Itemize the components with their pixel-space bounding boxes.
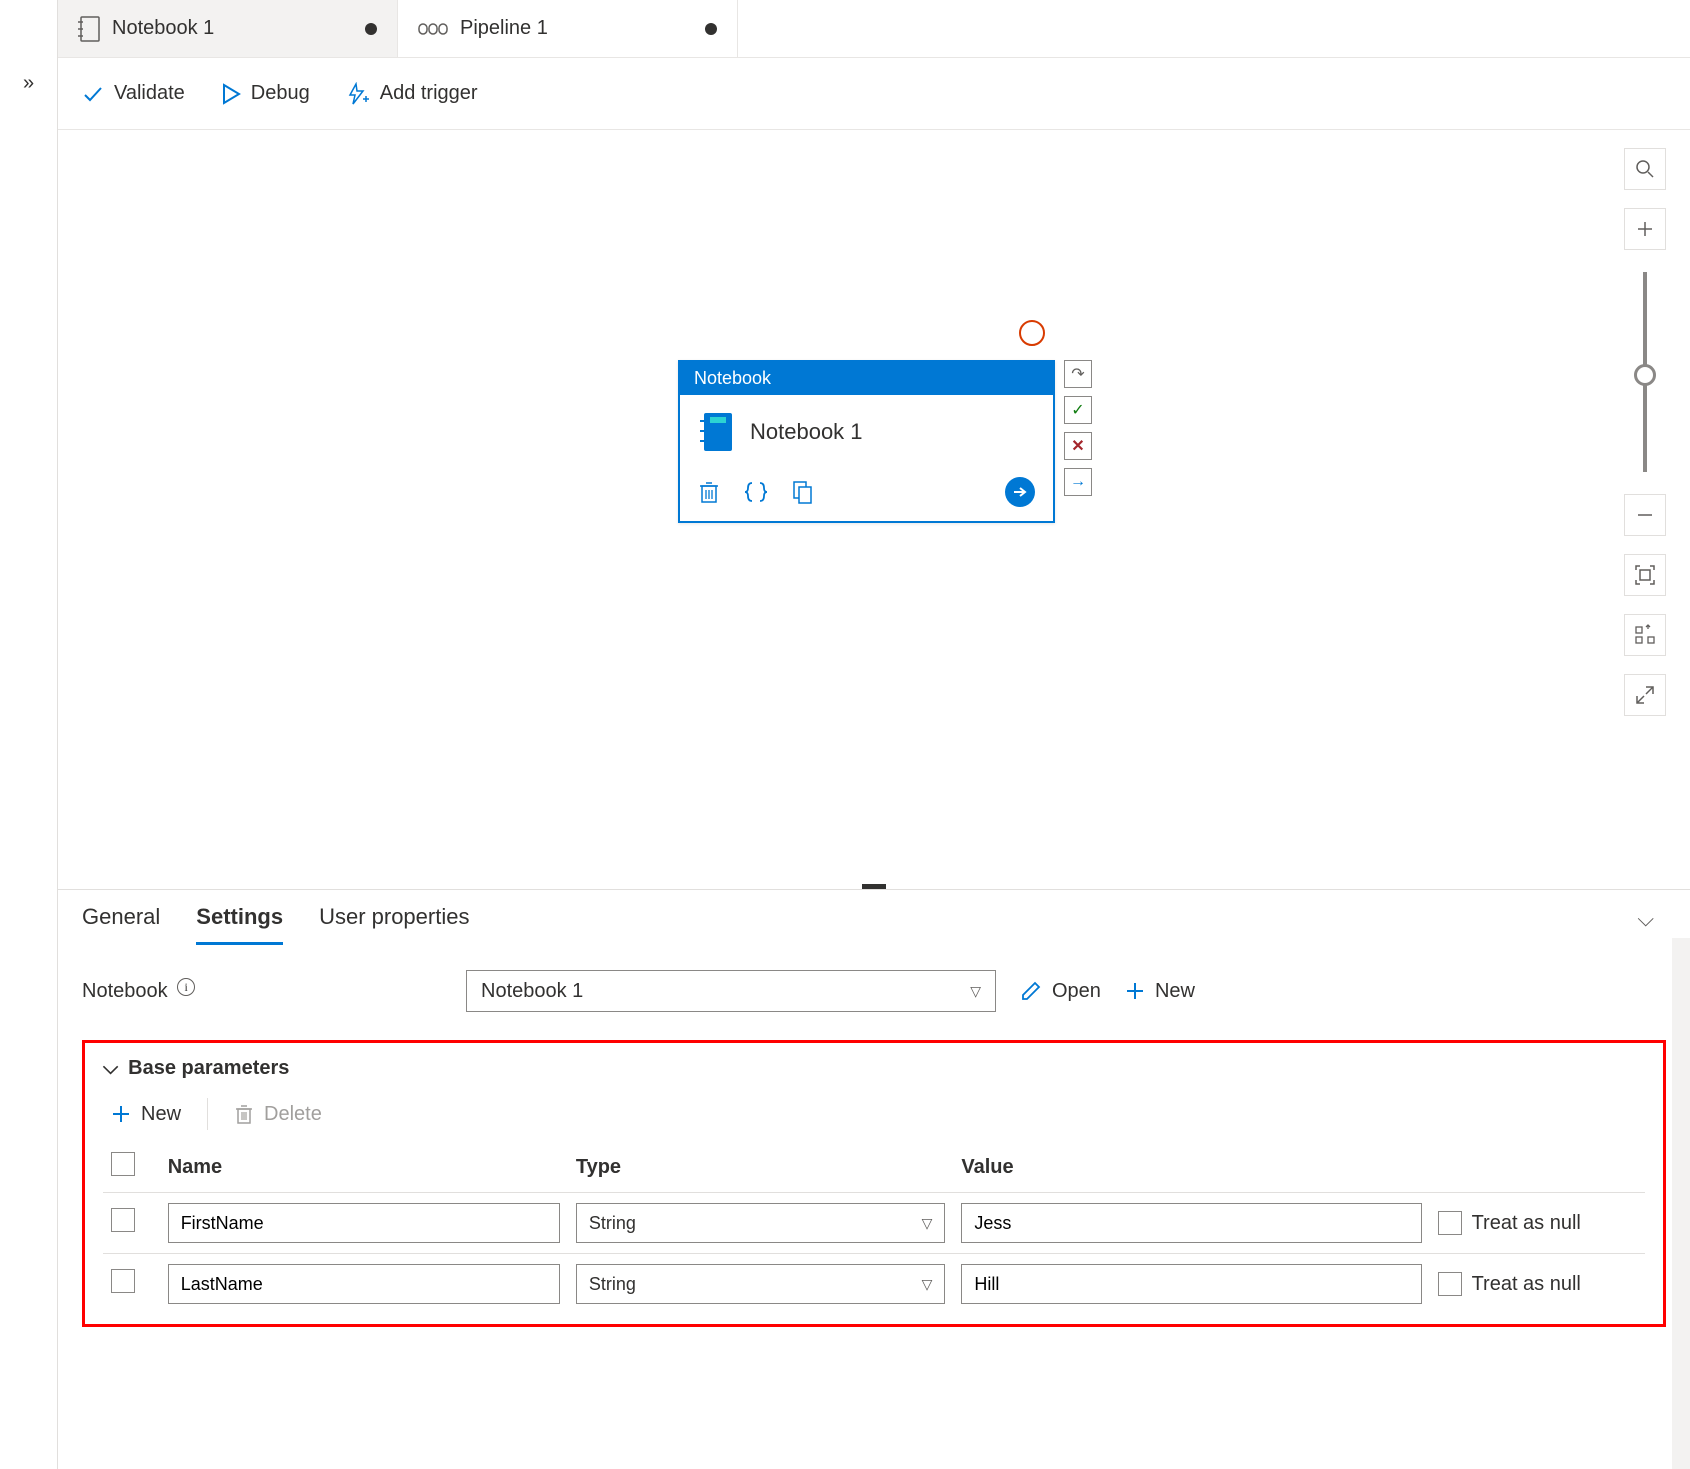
tab-user-properties[interactable]: User properties — [319, 904, 469, 945]
breakpoint-circle-icon[interactable] — [1019, 320, 1045, 346]
plus-icon — [1125, 981, 1145, 1001]
braces-icon[interactable] — [744, 480, 768, 504]
validate-label: Validate — [114, 82, 185, 105]
play-icon — [221, 83, 241, 105]
notebook-field-label: Notebook i — [82, 980, 442, 1003]
canvas-controls — [1624, 148, 1666, 716]
dirty-indicator-icon — [365, 23, 377, 35]
collapse-panel-icon[interactable]: ⌵ — [1637, 906, 1654, 932]
auto-arrange-button[interactable] — [1624, 614, 1666, 656]
parameters-table: Name Type Value — [103, 1142, 1645, 1314]
param-type-select[interactable]: String ▽ — [576, 1264, 946, 1304]
param-name-input[interactable] — [168, 1264, 560, 1304]
treat-as-null-label: Treat as null — [1472, 1273, 1581, 1296]
add-trigger-label: Add trigger — [380, 82, 478, 105]
properties-tabs: General Settings User properties ⌵ — [58, 890, 1690, 946]
notebook-block-icon — [698, 411, 734, 453]
zoom-slider[interactable] — [1643, 272, 1647, 472]
delete-parameter-button[interactable]: Delete — [234, 1103, 322, 1126]
activity-node-notebook[interactable]: Notebook Notebook 1 — [678, 360, 1055, 523]
validate-button[interactable]: Validate — [82, 82, 185, 105]
chevron-down-icon: ▽ — [922, 1215, 933, 1232]
main-area: Notebook 1 Pipeline 1 Validate — [58, 0, 1690, 1469]
treat-as-null-label: Treat as null — [1472, 1212, 1581, 1235]
settings-body: Notebook i Notebook 1 ▽ Open — [58, 946, 1690, 1469]
col-type: Type — [568, 1142, 954, 1193]
tab-notebook-label: Notebook 1 — [112, 17, 214, 40]
delete-activity-icon[interactable] — [698, 480, 720, 504]
param-value-input[interactable] — [961, 1264, 1421, 1304]
tab-pipeline[interactable]: Pipeline 1 — [398, 0, 738, 57]
row-checkbox[interactable] — [111, 1208, 135, 1232]
notebook-icon — [78, 16, 100, 42]
pipeline-toolbar: Validate Debug Add trigger — [58, 58, 1690, 130]
col-name: Name — [160, 1142, 568, 1193]
copy-icon[interactable] — [792, 480, 814, 504]
open-activity-icon[interactable] — [1005, 477, 1035, 507]
fit-screen-button[interactable] — [1624, 554, 1666, 596]
skip-handle-icon[interactable]: → — [1064, 468, 1092, 496]
plus-icon — [111, 1104, 131, 1124]
select-all-checkbox[interactable] — [111, 1152, 135, 1176]
search-canvas-button[interactable] — [1624, 148, 1666, 190]
col-value: Value — [953, 1142, 1429, 1193]
row-checkbox[interactable] — [111, 1269, 135, 1293]
chevron-down-icon: ▽ — [922, 1276, 933, 1293]
success-handle-icon[interactable]: ✓ — [1064, 396, 1092, 424]
treat-as-null-checkbox[interactable] — [1438, 1211, 1462, 1235]
pencil-icon — [1020, 980, 1042, 1002]
base-parameters-section: ⌵ Base parameters New — [82, 1040, 1666, 1327]
notebook-select-value: Notebook 1 — [481, 980, 583, 1003]
zoom-out-button[interactable] — [1624, 494, 1666, 536]
lightning-plus-icon — [346, 82, 370, 106]
failure-handle-icon[interactable]: ✕ — [1064, 432, 1092, 460]
chevron-down-icon: ⌵ — [103, 1057, 118, 1080]
info-icon[interactable]: i — [177, 978, 195, 996]
zoom-in-button[interactable] — [1624, 208, 1666, 250]
param-name-input[interactable] — [168, 1203, 560, 1243]
add-trigger-button[interactable]: Add trigger — [346, 82, 478, 106]
new-parameter-button[interactable]: New — [111, 1103, 181, 1126]
open-notebook-button[interactable]: Open — [1020, 980, 1101, 1003]
canvas-area: Notebook Notebook 1 — [58, 130, 1690, 889]
param-type-select[interactable]: String ▽ — [576, 1203, 946, 1243]
trash-icon — [234, 1103, 254, 1125]
chevron-down-icon: ▽ — [970, 983, 981, 1000]
activity-title: Notebook 1 — [750, 419, 863, 445]
zoom-slider-thumb[interactable] — [1634, 364, 1656, 386]
properties-panel: General Settings User properties ⌵ Noteb… — [58, 889, 1690, 1469]
base-parameters-header[interactable]: ⌵ Base parameters — [103, 1057, 1645, 1080]
parameter-row: String ▽ Treat as null — [103, 1193, 1645, 1254]
dirty-indicator-icon — [705, 23, 717, 35]
document-tabs: Notebook 1 Pipeline 1 — [58, 0, 1690, 58]
tab-settings[interactable]: Settings — [196, 904, 283, 945]
debug-label: Debug — [251, 82, 310, 105]
tab-pipeline-label: Pipeline 1 — [460, 17, 548, 40]
vertical-scrollbar[interactable] — [1672, 938, 1690, 1469]
check-icon — [82, 83, 104, 105]
tab-general[interactable]: General — [82, 904, 160, 945]
param-value-input[interactable] — [961, 1203, 1421, 1243]
parameter-row: String ▽ Treat as null — [103, 1254, 1645, 1315]
dependency-handles: ↷ ✓ ✕ → — [1058, 360, 1092, 496]
activity-type-label: Notebook — [680, 362, 1053, 395]
tab-notebook[interactable]: Notebook 1 — [58, 0, 398, 57]
new-notebook-button[interactable]: New — [1125, 980, 1195, 1003]
expand-rail-icon[interactable]: » — [23, 72, 34, 95]
left-rail: » — [0, 0, 58, 1469]
treat-as-null-checkbox[interactable] — [1438, 1272, 1462, 1296]
design-canvas[interactable]: Notebook Notebook 1 — [58, 130, 1690, 889]
fullscreen-button[interactable] — [1624, 674, 1666, 716]
notebook-select[interactable]: Notebook 1 ▽ — [466, 970, 996, 1012]
separator — [207, 1098, 208, 1130]
completion-handle-icon[interactable]: ↷ — [1064, 360, 1092, 388]
debug-button[interactable]: Debug — [221, 82, 310, 105]
pipeline-icon — [418, 18, 448, 40]
